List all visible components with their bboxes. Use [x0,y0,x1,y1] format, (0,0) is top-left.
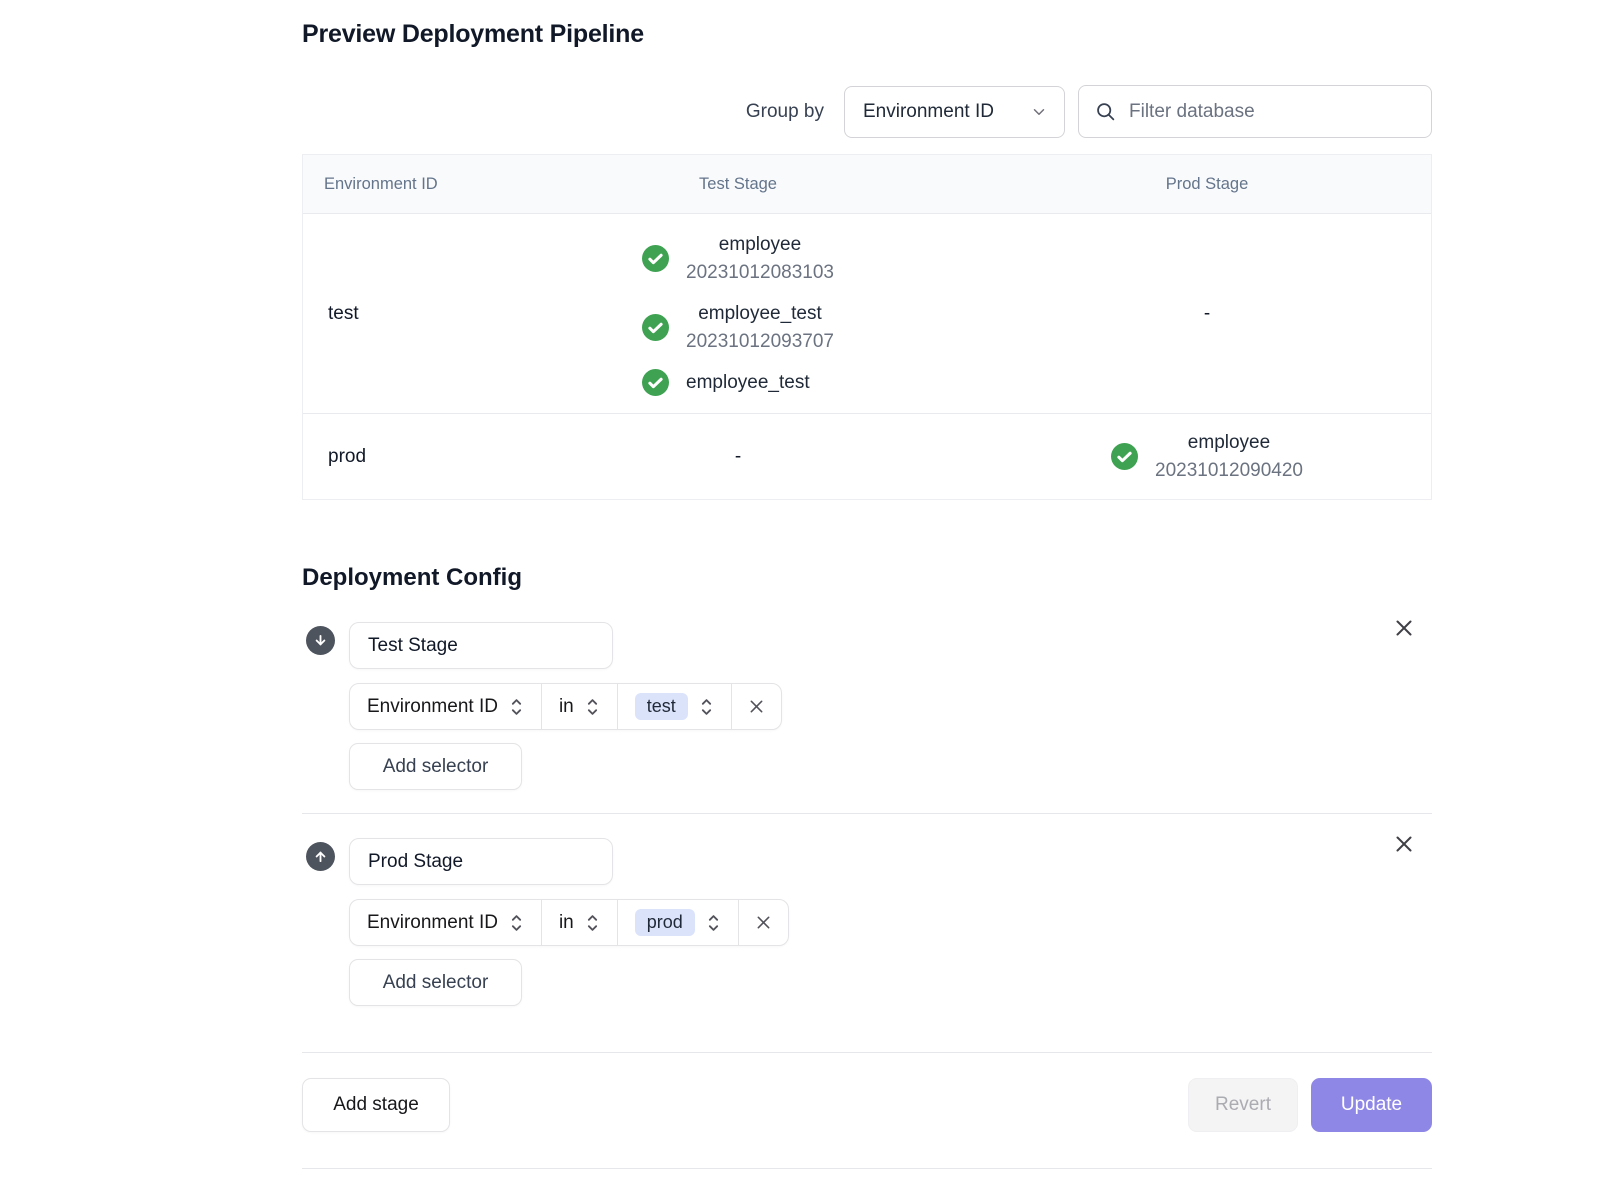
table-row-prod: prod - employee 20231012090420 [303,413,1431,499]
selector-value-tag: prod [635,909,695,936]
group-by-label: Group by [746,101,824,123]
pipeline-table: Environment ID Test Stage Prod Stage tes… [302,154,1432,500]
test-stage-cell: employee 20231012083103 employee_test 20… [493,231,983,397]
arrow-up-circle-icon [306,842,335,871]
database-list: employee 20231012090420 [1111,429,1303,485]
filter-database-input[interactable] [1129,101,1415,123]
column-header-test-stage: Test Stage [493,175,983,194]
selector-value-select[interactable]: test [617,684,731,729]
selector-field-value: Environment ID [367,696,498,718]
up-down-chevrons-icon [509,912,524,934]
remove-stage-button[interactable] [1392,616,1416,640]
prod-stage-cell: employee 20231012090420 [983,429,1431,485]
group-by-selected-value: Environment ID [863,101,994,123]
page-title: Preview Deployment Pipeline [302,20,644,49]
group-by-select[interactable]: Environment ID [844,86,1065,138]
prod-stage-cell: - [983,303,1431,325]
content-area: Preview Deployment Pipeline Group by Env… [302,0,1432,1200]
database-name: employee_test [686,369,810,397]
remove-selector-button[interactable] [738,900,788,945]
selector-field-value: Environment ID [367,912,498,934]
remove-selector-button[interactable] [731,684,781,729]
selector-field-select[interactable]: Environment ID [350,900,541,945]
search-icon [1095,101,1116,122]
pipeline-table-header: Environment ID Test Stage Prod Stage [303,155,1431,213]
database-name: employee [1155,429,1303,457]
column-header-environment-id: Environment ID [303,175,493,194]
divider [302,813,1432,814]
close-icon [747,697,766,716]
database-version: 20231012093707 [686,328,834,356]
add-selector-button[interactable]: Add selector [349,959,522,1006]
page: Preview Deployment Pipeline Group by Env… [0,0,1600,1200]
database-version: 20231012090420 [1155,457,1303,485]
add-selector-button[interactable]: Add selector [349,743,522,790]
database-entry: employee 20231012090420 [1111,429,1303,485]
database-name: employee_test [686,300,834,328]
revert-button[interactable]: Revert [1188,1078,1298,1132]
selector-rule: Environment ID in test [349,683,782,730]
environment-id-cell: test [303,303,493,325]
status-success-icon [642,314,669,341]
environment-id-cell: prod [303,446,493,468]
selector-rule: Environment ID in prod [349,899,789,946]
divider [302,1168,1432,1169]
close-icon [1392,832,1416,856]
selector-field-select[interactable]: Environment ID [350,684,541,729]
status-success-icon [1111,443,1138,470]
database-entry: employee 20231012083103 [642,231,834,287]
column-header-prod-stage: Prod Stage [983,175,1431,194]
selector-operator-select[interactable]: in [541,900,617,945]
selector-operator-value: in [559,696,574,718]
up-down-chevrons-icon [706,912,721,934]
close-icon [1392,616,1416,640]
database-list: employee 20231012083103 employee_test 20… [642,231,834,397]
empty-placeholder: - [1204,303,1210,324]
table-row-test: test employee 20231012083103 employee_te… [303,213,1431,413]
database-entry: employee_test 20231012093707 [642,300,834,356]
chevron-down-icon [1030,103,1048,121]
database-entry: employee_test [642,369,810,397]
selector-value-tag: test [635,693,688,720]
filter-database-search[interactable] [1078,85,1432,138]
close-icon [754,913,773,932]
database-version: 20231012083103 [686,259,834,287]
status-success-icon [642,369,669,396]
toolbar: Group by Environment ID [746,85,1432,138]
database-name: employee [686,231,834,259]
empty-placeholder: - [735,446,741,467]
arrow-down-circle-icon [306,626,335,655]
update-button[interactable]: Update [1311,1078,1432,1132]
stage-name-input[interactable] [349,622,613,669]
status-success-icon [642,245,669,272]
divider [302,1052,1432,1053]
up-down-chevrons-icon [509,696,524,718]
selector-value-select[interactable]: prod [617,900,738,945]
up-down-chevrons-icon [585,912,600,934]
deployment-config-title: Deployment Config [302,564,522,592]
selector-operator-select[interactable]: in [541,684,617,729]
add-stage-button[interactable]: Add stage [302,1078,450,1132]
test-stage-cell: - [493,446,983,468]
up-down-chevrons-icon [585,696,600,718]
up-down-chevrons-icon [699,696,714,718]
selector-operator-value: in [559,912,574,934]
remove-stage-button[interactable] [1392,832,1416,856]
stage-name-input[interactable] [349,838,613,885]
